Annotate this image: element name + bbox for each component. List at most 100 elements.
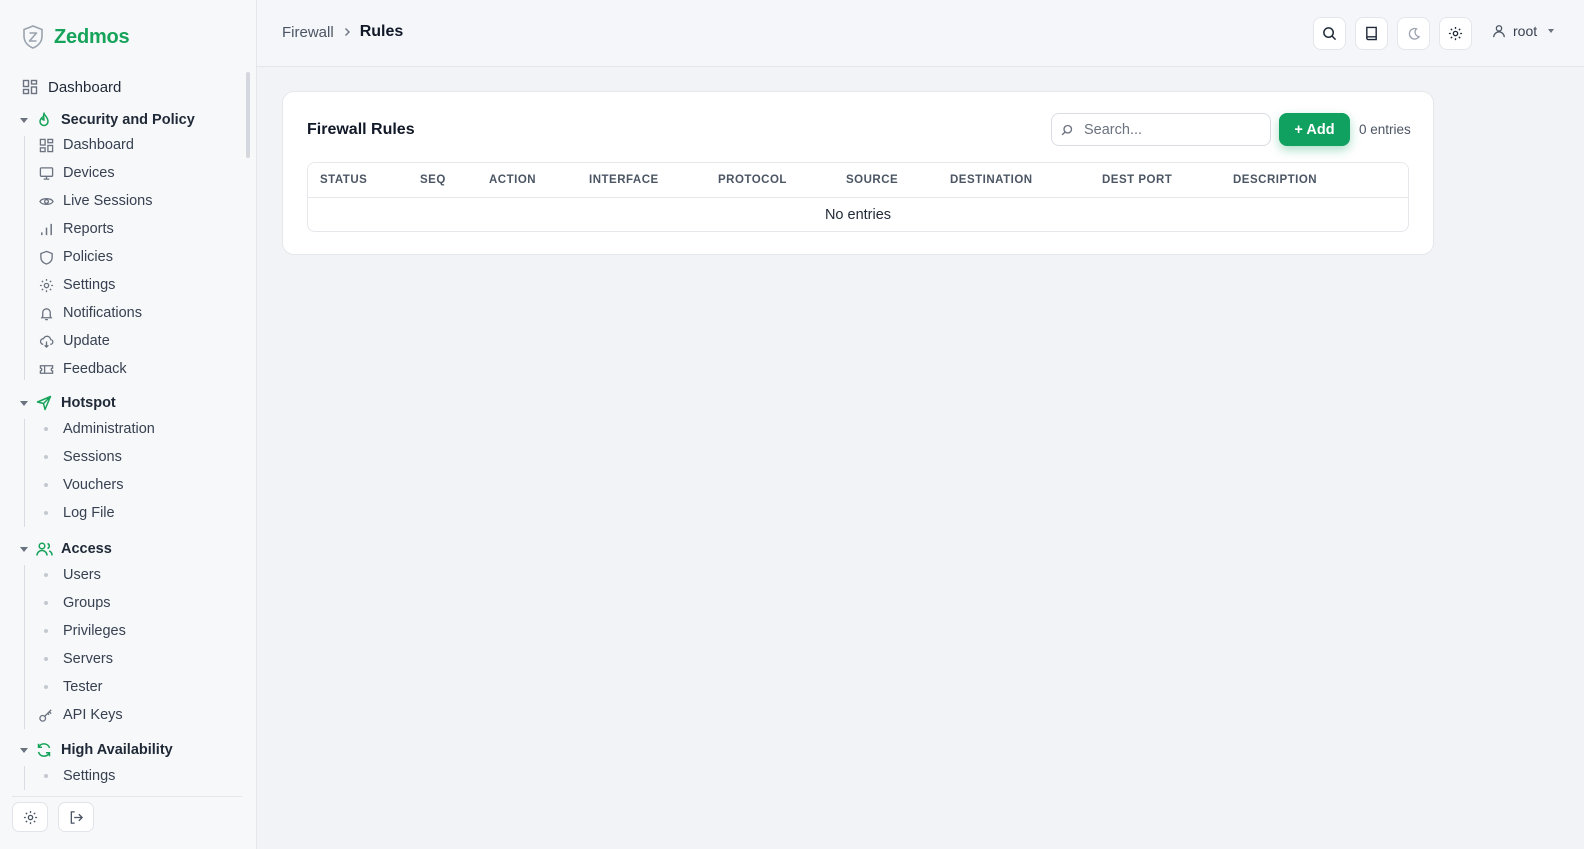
- footer-settings-button[interactable]: [12, 802, 48, 832]
- cloud-download-icon: [38, 333, 54, 349]
- entries-count: 0 entries: [1359, 122, 1411, 137]
- section-access[interactable]: Access: [18, 537, 112, 561]
- sidebar-item-ha-settings[interactable]: Settings: [38, 764, 115, 788]
- sidebar-item-update[interactable]: Update: [38, 329, 110, 353]
- table-header: STATUS SEQ ACTION INTERFACE PROTOCOL SOU…: [308, 163, 1408, 198]
- gear-icon: [1448, 26, 1463, 41]
- top-header: Firewall Rules root: [257, 0, 1584, 67]
- header-settings-button[interactable]: [1439, 17, 1472, 50]
- tree-guide: [24, 565, 25, 729]
- sidebar-item-api-keys[interactable]: API Keys: [38, 703, 123, 727]
- user-icon: [1492, 24, 1506, 38]
- sidebar-item-vouchers[interactable]: Vouchers: [38, 473, 123, 497]
- breadcrumb-firewall[interactable]: Firewall: [282, 24, 334, 41]
- users-icon: [35, 540, 53, 558]
- search-field[interactable]: [1051, 113, 1271, 146]
- tree-guide: [24, 419, 25, 527]
- bullet: [44, 601, 48, 605]
- column-destination[interactable]: DESTINATION: [950, 174, 1033, 186]
- grid-icon: [22, 79, 38, 95]
- sidebar-nav: Dashboard Security and Policy Dashboard …: [0, 70, 244, 790]
- gear-icon: [38, 277, 54, 293]
- firewall-rules-card: Firewall Rules + Add 0 entries STATUS SE…: [282, 91, 1434, 255]
- sidebar-item-devices[interactable]: Devices: [38, 161, 115, 185]
- eye-icon: [38, 193, 54, 209]
- bullet: [44, 427, 48, 431]
- search-icon: [1322, 26, 1337, 41]
- bar-chart-icon: [38, 221, 54, 237]
- sidebar-item-log-file[interactable]: Log File: [38, 501, 115, 525]
- section-hotspot[interactable]: Hotspot: [18, 391, 116, 415]
- refresh-icon: [35, 741, 53, 759]
- shield-icon: [38, 249, 54, 265]
- bullet: [44, 573, 48, 577]
- sidebar-item-privileges[interactable]: Privileges: [38, 619, 126, 643]
- brand[interactable]: Zedmos: [22, 24, 130, 50]
- bullet: [44, 511, 48, 515]
- bell-icon: [38, 305, 54, 321]
- sidebar-item-live-sessions[interactable]: Live Sessions: [38, 189, 152, 213]
- sidebar-item-feedback[interactable]: Feedback: [38, 357, 127, 381]
- column-protocol[interactable]: PROTOCOL: [718, 174, 787, 186]
- add-rule-button[interactable]: + Add: [1279, 113, 1350, 146]
- search-icon: [1061, 124, 1075, 136]
- logout-button[interactable]: [58, 802, 94, 832]
- user-name: root: [1513, 23, 1538, 39]
- sidebar-item-groups[interactable]: Groups: [38, 591, 111, 615]
- sidebar-footer: [12, 796, 242, 797]
- sidebar-item-reports[interactable]: Reports: [38, 217, 114, 241]
- caret-down-icon: [1548, 29, 1555, 33]
- rules-table: STATUS SEQ ACTION INTERFACE PROTOCOL SOU…: [307, 162, 1409, 232]
- column-seq[interactable]: SEQ: [420, 174, 446, 186]
- sidebar-scrollbar[interactable]: [246, 72, 250, 158]
- column-action[interactable]: ACTION: [489, 174, 536, 186]
- sidebar: Zedmos Dashboard Security and Policy Das…: [0, 0, 257, 849]
- theme-toggle-button[interactable]: [1397, 17, 1430, 50]
- bullet: [44, 657, 48, 661]
- caret-down-icon: [20, 747, 28, 753]
- column-interface[interactable]: INTERFACE: [589, 174, 659, 186]
- book-icon: [1364, 26, 1379, 41]
- moon-icon: [1407, 27, 1421, 41]
- docs-button[interactable]: [1355, 17, 1388, 50]
- sidebar-item-notifications[interactable]: Notifications: [38, 301, 142, 325]
- gear-icon: [23, 810, 38, 825]
- sidebar-item-dashboard[interactable]: Dashboard: [22, 74, 121, 100]
- key-icon: [38, 707, 54, 723]
- tree-guide: [24, 766, 25, 790]
- search-input[interactable]: [1084, 121, 1264, 138]
- column-description[interactable]: DESCRIPTION: [1233, 174, 1317, 186]
- bullet: [44, 455, 48, 459]
- bullet: [44, 774, 48, 778]
- bullet: [44, 629, 48, 633]
- flame-icon: [35, 111, 53, 129]
- empty-state: No entries: [824, 207, 892, 223]
- sidebar-item-security-dashboard[interactable]: Dashboard: [38, 133, 134, 157]
- monitor-icon: [38, 165, 54, 181]
- bullet: [44, 483, 48, 487]
- column-source[interactable]: SOURCE: [846, 174, 898, 186]
- caret-down-icon: [20, 117, 28, 123]
- section-high-availability[interactable]: High Availability: [18, 738, 173, 762]
- send-icon: [35, 394, 53, 412]
- user-menu[interactable]: root: [1492, 23, 1555, 39]
- section-security-and-policy[interactable]: Security and Policy: [18, 108, 195, 132]
- search-button[interactable]: [1313, 17, 1346, 50]
- column-dest-port[interactable]: DEST PORT: [1102, 174, 1172, 186]
- ticket-icon: [38, 361, 54, 377]
- breadcrumb-rules: Rules: [359, 23, 404, 40]
- sidebar-item-settings[interactable]: Settings: [38, 273, 115, 297]
- column-status[interactable]: STATUS: [320, 174, 367, 186]
- sidebar-item-tester[interactable]: Tester: [38, 675, 103, 699]
- sidebar-item-policies[interactable]: Policies: [38, 245, 113, 269]
- brand-name: Zedmos: [54, 25, 130, 48]
- sidebar-item-servers[interactable]: Servers: [38, 647, 113, 671]
- sidebar-item-sessions[interactable]: Sessions: [38, 445, 122, 469]
- breadcrumb: Firewall Rules: [282, 23, 403, 41]
- grid-icon: [38, 137, 54, 153]
- chevron-right-icon: [342, 27, 352, 37]
- sidebar-item-users[interactable]: Users: [38, 563, 101, 587]
- logout-icon: [69, 810, 84, 825]
- shield-logo-icon: [22, 25, 44, 49]
- sidebar-item-administration[interactable]: Administration: [38, 417, 155, 441]
